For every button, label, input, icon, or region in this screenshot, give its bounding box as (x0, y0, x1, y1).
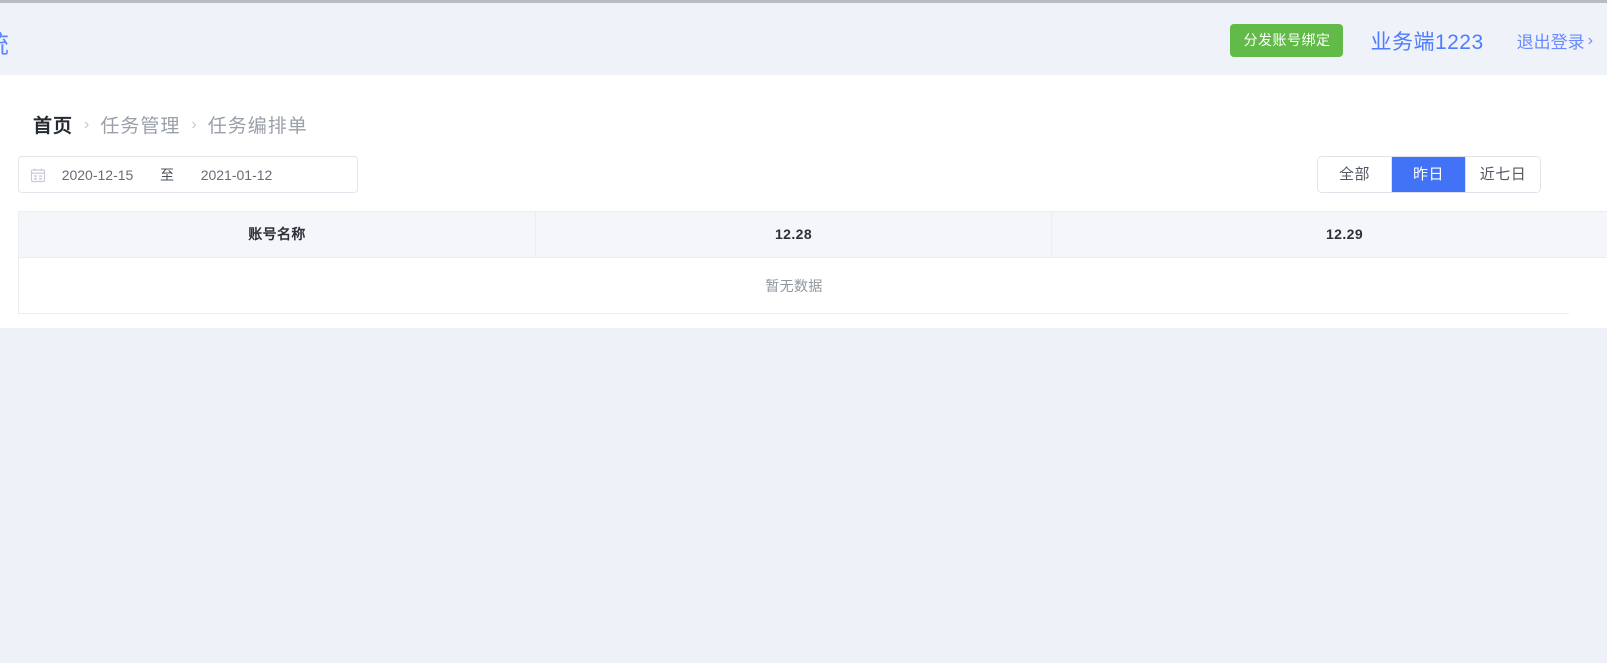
quick-range-button-group: 全部 昨日 近七日 (1317, 156, 1541, 193)
quick-range-yesterday-button[interactable]: 昨日 (1392, 157, 1466, 192)
logout-label: 退出登录 (1516, 33, 1585, 52)
content-panel: 首页 › 任务管理 › 任务编排单 2020-12-15 至 2021-01-1… (0, 75, 1607, 328)
app-title: 系统 (0, 25, 10, 61)
date-range-start-input[interactable]: 2020-12-15 (46, 167, 149, 183)
breadcrumb-item-task-schedule-sheet[interactable]: 任务编排单 (208, 111, 308, 138)
schedule-table: 账号名称 12.28 12.29 暂无数据 (18, 211, 1607, 314)
table-column-header-date-1229: 12.29 (1325, 226, 1364, 242)
header-actions: 分发账号绑定 业务端1223 退出登录 › (1230, 3, 1607, 78)
distribute-account-bind-button[interactable]: 分发账号绑定 (1230, 24, 1344, 57)
chevron-right-icon: › (1587, 31, 1593, 49)
date-range-picker[interactable]: 2020-12-15 至 2021-01-12 (18, 156, 358, 193)
top-header-bar: 系统 分发账号绑定 业务端1223 退出登录 › (0, 0, 1607, 75)
table-column-header-account-name: 账号名称 (19, 212, 536, 257)
breadcrumb: 首页 › 任务管理 › 任务编排单 (33, 111, 308, 138)
breadcrumb-separator-icon: › (84, 115, 90, 133)
breadcrumb-item-home[interactable]: 首页 (33, 111, 73, 138)
calendar-icon (30, 167, 46, 183)
date-range-end-input[interactable]: 2021-01-12 (185, 167, 288, 183)
date-range-separator: 至 (160, 166, 174, 183)
logout-link[interactable]: 退出登录 › (1517, 28, 1593, 53)
quick-range-last-seven-days-button[interactable]: 近七日 (1466, 157, 1540, 192)
table-header-row: 账号名称 12.28 12.29 (19, 212, 1607, 258)
breadcrumb-item-task-management[interactable]: 任务管理 (100, 111, 180, 138)
table-empty-state: 暂无数据 (19, 258, 1569, 314)
table-column-header-date-1228: 12.28 (536, 212, 1052, 257)
breadcrumb-separator-icon: › (191, 115, 197, 133)
quick-range-all-button[interactable]: 全部 (1318, 157, 1392, 192)
current-user-label[interactable]: 业务端1223 (1370, 26, 1483, 56)
